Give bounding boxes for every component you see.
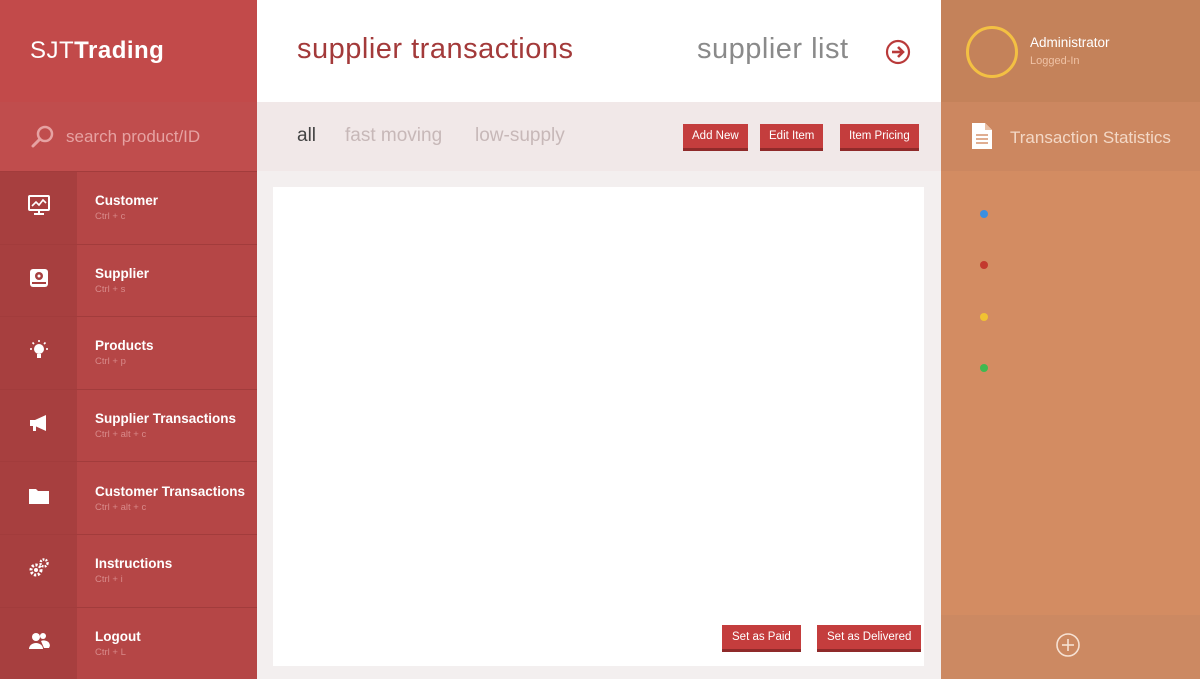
avatar[interactable] bbox=[966, 26, 1018, 78]
sidebar-item-shortcut: Ctrl + alt + c bbox=[95, 501, 147, 513]
sidebar-item-shortcut: Ctrl + alt + c bbox=[95, 429, 147, 441]
legend-dot-yellow bbox=[980, 313, 988, 321]
megaphone-icon bbox=[27, 411, 51, 440]
sidebar-item-logout[interactable]: Logout Ctrl + L bbox=[0, 606, 257, 679]
sidebar-item-supplier-transactions[interactable]: Supplier Transactions Ctrl + alt + c bbox=[0, 388, 257, 462]
sidebar-item-shortcut: Ctrl + c bbox=[95, 211, 126, 223]
sidebar-nav: Customer Ctrl + c Supplier Ctrl + s Prod… bbox=[0, 171, 257, 679]
sidebar-item-label: Supplier bbox=[95, 265, 150, 281]
sidebar-item-label: Logout bbox=[95, 628, 141, 644]
search-input[interactable] bbox=[66, 126, 236, 147]
sidebar-item-shortcut: Ctrl + L bbox=[95, 646, 126, 658]
document-icon bbox=[971, 122, 993, 150]
brand-part2: Trading bbox=[74, 37, 165, 64]
page-title: supplier transactions bbox=[297, 33, 574, 65]
tab-fast-moving[interactable]: fast moving bbox=[345, 125, 442, 147]
stats-title: Transaction Statistics bbox=[1010, 128, 1171, 147]
drive-icon bbox=[27, 266, 51, 295]
legend-dot-red bbox=[980, 261, 988, 269]
folder-icon bbox=[27, 484, 51, 513]
sidebar-item-shortcut: Ctrl + i bbox=[95, 574, 123, 586]
set-as-paid-button[interactable]: Set as Paid bbox=[722, 625, 801, 652]
users-icon bbox=[27, 629, 51, 658]
sidebar-item-label: Products bbox=[95, 338, 154, 354]
legend-dot-green bbox=[980, 364, 988, 372]
brand-logo: SJT Trading bbox=[0, 0, 257, 102]
search-bar bbox=[0, 102, 257, 171]
gears-icon bbox=[27, 556, 51, 585]
legend-dot-blue bbox=[980, 210, 988, 218]
sidebar-item-shortcut: Ctrl + p bbox=[95, 356, 126, 368]
sidebar-item-instructions[interactable]: Instructions Ctrl + i bbox=[0, 533, 257, 607]
sidebar-item-products[interactable]: Products Ctrl + p bbox=[0, 316, 257, 389]
sidebar-item-customer[interactable]: Customer Ctrl + c bbox=[0, 171, 257, 244]
add-circle-icon[interactable] bbox=[1055, 632, 1081, 658]
edit-item-button[interactable]: Edit Item bbox=[760, 124, 824, 151]
brand-part1: SJT bbox=[30, 37, 75, 64]
user-status: Logged-In bbox=[1030, 55, 1080, 67]
filter-bar: all fast moving low-supply Add New Edit … bbox=[257, 102, 941, 171]
set-as-delivered-button[interactable]: Set as Delivered bbox=[817, 625, 922, 652]
search-icon bbox=[30, 124, 56, 150]
item-pricing-button[interactable]: Item Pricing bbox=[840, 124, 919, 151]
sidebar-item-label: Customer Transactions bbox=[95, 483, 246, 499]
sidebar: SJTTrading Customer Ctrl + c Supplier Ct… bbox=[0, 0, 257, 679]
tab-low-supply[interactable]: low-supply bbox=[475, 125, 565, 147]
add-new-button[interactable]: Add New bbox=[683, 124, 748, 151]
transactions-panel bbox=[273, 187, 924, 666]
tab-all[interactable]: all bbox=[297, 125, 316, 147]
sidebar-item-supplier[interactable]: Supplier Ctrl + s bbox=[0, 243, 257, 317]
supplier-list-link[interactable]: supplier list bbox=[697, 33, 849, 66]
lightbulb-icon bbox=[27, 338, 51, 367]
sidebar-item-customer-transactions[interactable]: Customer Transactions Ctrl + alt + c bbox=[0, 461, 257, 534]
user-name: Administrator bbox=[1030, 35, 1110, 50]
right-panel: Administrator Logged-In Transaction Stat… bbox=[941, 0, 1200, 679]
sidebar-item-shortcut: Ctrl + s bbox=[95, 283, 126, 295]
sidebar-item-label: Supplier Transactions bbox=[95, 411, 237, 427]
main-header: supplier transactions supplier list bbox=[257, 0, 941, 102]
arrow-right-circle-icon[interactable] bbox=[885, 39, 911, 65]
sidebar-item-label: Instructions bbox=[95, 556, 173, 572]
chart-monitor-icon bbox=[27, 193, 51, 222]
sidebar-item-label: Customer bbox=[95, 193, 159, 209]
